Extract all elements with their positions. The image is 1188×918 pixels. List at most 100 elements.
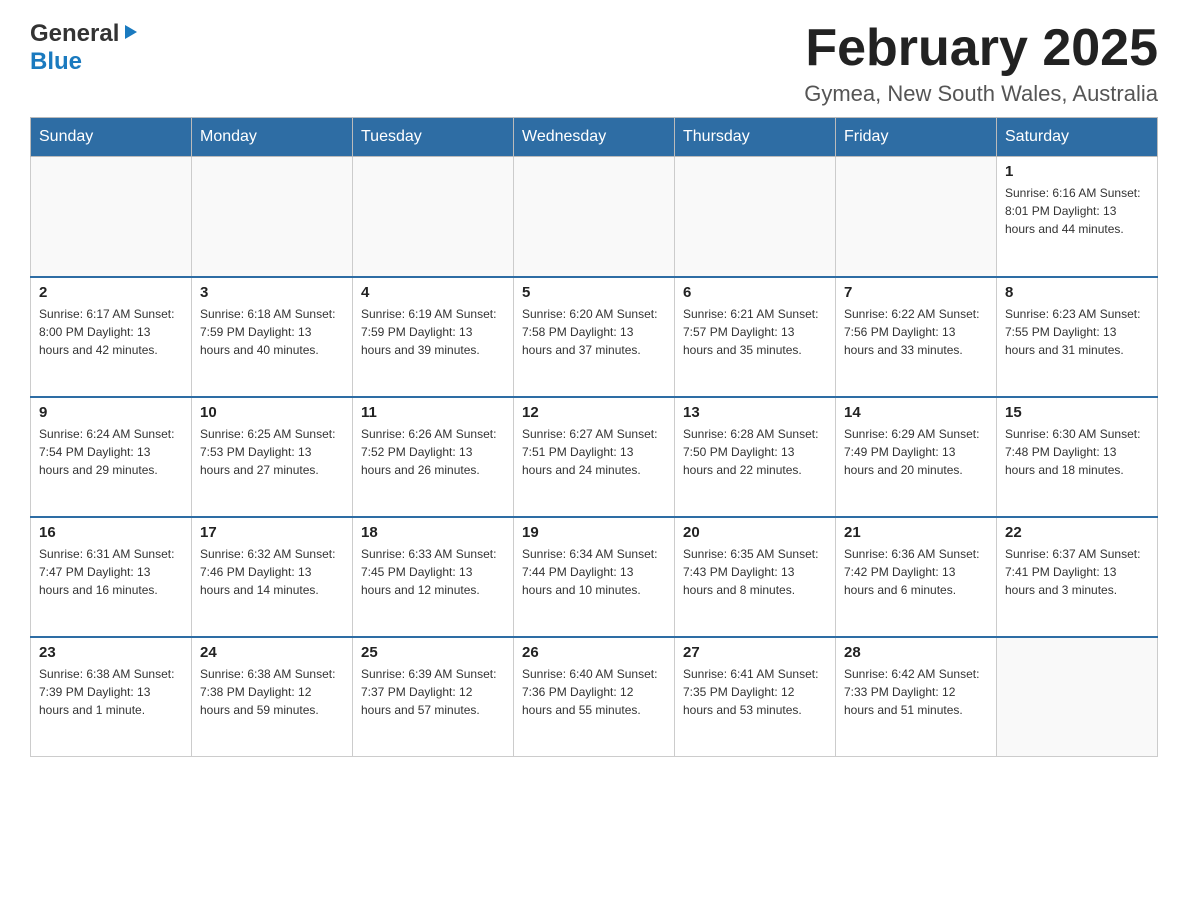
month-title: February 2025 xyxy=(804,20,1158,77)
calendar-day-header: Tuesday xyxy=(353,118,514,157)
calendar-day-cell xyxy=(31,157,192,277)
day-number: 22 xyxy=(1005,524,1149,541)
calendar-day-cell: 23Sunrise: 6:38 AM Sunset: 7:39 PM Dayli… xyxy=(31,637,192,757)
day-number: 7 xyxy=(844,284,988,301)
day-number: 13 xyxy=(683,404,827,421)
location-subtitle: Gymea, New South Wales, Australia xyxy=(804,81,1158,107)
calendar-day-cell: 7 Sunrise: 6:22 AM Sunset: 7:56 PM Daylig… xyxy=(836,277,997,397)
page-header: General Blue February 2025 Gymea, New So… xyxy=(30,20,1158,107)
calendar-header-row: SundayMondayTuesdayWednesdayThursdayFrid… xyxy=(31,118,1158,157)
day-info: Sunrise: 6:29 AM Sunset: 7:49 PM Dayligh… xyxy=(844,425,988,479)
calendar-day-cell: 15 Sunrise: 6:30 AM Sunset: 7:48 PM Dayli… xyxy=(997,397,1158,517)
day-number: 8 xyxy=(1005,284,1149,301)
day-info: Sunrise: 6:17 AM Sunset: 8:00 PM Dayligh… xyxy=(39,305,183,359)
day-number: 14 xyxy=(844,404,988,421)
day-info: Sunrise: 6:26 AM Sunset: 7:52 PM Dayligh… xyxy=(361,425,505,479)
day-info: Sunrise: 6:38 AM Sunset: 7:38 PM Dayligh… xyxy=(200,665,344,719)
calendar-day-cell: 6Sunrise: 6:21 AM Sunset: 7:57 PM Daylig… xyxy=(675,277,836,397)
calendar-day-cell: 12 Sunrise: 6:27 AM Sunset: 7:51 PM Dayli… xyxy=(514,397,675,517)
day-info: Sunrise: 6:37 AM Sunset: 7:41 PM Dayligh… xyxy=(1005,545,1149,599)
calendar-day-cell: 28 Sunrise: 6:42 AM Sunset: 7:33 PM Dayli… xyxy=(836,637,997,757)
day-info: Sunrise: 6:23 AM Sunset: 7:55 PM Dayligh… xyxy=(1005,305,1149,359)
calendar-week-row: 9Sunrise: 6:24 AM Sunset: 7:54 PM Daylig… xyxy=(31,397,1158,517)
day-info: Sunrise: 6:42 AM Sunset: 7:33 PM Dayligh… xyxy=(844,665,988,719)
day-info: Sunrise: 6:16 AM Sunset: 8:01 PM Dayligh… xyxy=(1005,184,1149,238)
day-info: Sunrise: 6:22 AM Sunset: 7:56 PM Dayligh… xyxy=(844,305,988,359)
calendar-day-cell: 9Sunrise: 6:24 AM Sunset: 7:54 PM Daylig… xyxy=(31,397,192,517)
day-number: 2 xyxy=(39,284,183,301)
calendar-day-cell xyxy=(514,157,675,277)
logo: General Blue xyxy=(30,20,141,76)
logo-blue-text: Blue xyxy=(30,48,82,75)
calendar-day-cell: 10 Sunrise: 6:25 AM Sunset: 7:53 PM Dayli… xyxy=(192,397,353,517)
day-number: 24 xyxy=(200,644,344,661)
calendar-day-header: Thursday xyxy=(675,118,836,157)
day-number: 10 xyxy=(200,404,344,421)
calendar-day-cell: 11 Sunrise: 6:26 AM Sunset: 7:52 PM Dayli… xyxy=(353,397,514,517)
calendar-day-cell: 2 Sunrise: 6:17 AM Sunset: 8:00 PM Daylig… xyxy=(31,277,192,397)
calendar-day-cell xyxy=(836,157,997,277)
day-number: 4 xyxy=(361,284,505,301)
calendar-day-cell: 25Sunrise: 6:39 AM Sunset: 7:37 PM Dayli… xyxy=(353,637,514,757)
calendar-day-cell: 13 Sunrise: 6:28 AM Sunset: 7:50 PM Dayli… xyxy=(675,397,836,517)
day-number: 20 xyxy=(683,524,827,541)
day-number: 19 xyxy=(522,524,666,541)
day-info: Sunrise: 6:18 AM Sunset: 7:59 PM Dayligh… xyxy=(200,305,344,359)
calendar-day-cell xyxy=(353,157,514,277)
logo-arrow-icon xyxy=(121,22,141,42)
calendar-day-cell: 27Sunrise: 6:41 AM Sunset: 7:35 PM Dayli… xyxy=(675,637,836,757)
calendar-day-cell: 26Sunrise: 6:40 AM Sunset: 7:36 PM Dayli… xyxy=(514,637,675,757)
day-info: Sunrise: 6:20 AM Sunset: 7:58 PM Dayligh… xyxy=(522,305,666,359)
calendar-day-header: Monday xyxy=(192,118,353,157)
calendar-day-cell: 24 Sunrise: 6:38 AM Sunset: 7:38 PM Dayli… xyxy=(192,637,353,757)
calendar-day-header: Sunday xyxy=(31,118,192,157)
day-number: 27 xyxy=(683,644,827,661)
calendar-day-cell xyxy=(997,637,1158,757)
calendar-day-cell: 18 Sunrise: 6:33 AM Sunset: 7:45 PM Dayli… xyxy=(353,517,514,637)
calendar-day-header: Wednesday xyxy=(514,118,675,157)
calendar-table: SundayMondayTuesdayWednesdayThursdayFrid… xyxy=(30,117,1158,757)
calendar-week-row: 1Sunrise: 6:16 AM Sunset: 8:01 PM Daylig… xyxy=(31,157,1158,277)
day-number: 17 xyxy=(200,524,344,541)
calendar-day-cell: 4 Sunrise: 6:19 AM Sunset: 7:59 PM Daylig… xyxy=(353,277,514,397)
day-number: 23 xyxy=(39,644,183,661)
day-info: Sunrise: 6:35 AM Sunset: 7:43 PM Dayligh… xyxy=(683,545,827,599)
day-info: Sunrise: 6:39 AM Sunset: 7:37 PM Dayligh… xyxy=(361,665,505,719)
calendar-day-cell: 8 Sunrise: 6:23 AM Sunset: 7:55 PM Daylig… xyxy=(997,277,1158,397)
calendar-day-cell: 21Sunrise: 6:36 AM Sunset: 7:42 PM Dayli… xyxy=(836,517,997,637)
day-info: Sunrise: 6:19 AM Sunset: 7:59 PM Dayligh… xyxy=(361,305,505,359)
calendar-week-row: 2 Sunrise: 6:17 AM Sunset: 8:00 PM Daylig… xyxy=(31,277,1158,397)
day-number: 11 xyxy=(361,404,505,421)
calendar-day-cell: 22 Sunrise: 6:37 AM Sunset: 7:41 PM Dayli… xyxy=(997,517,1158,637)
calendar-week-row: 16Sunrise: 6:31 AM Sunset: 7:47 PM Dayli… xyxy=(31,517,1158,637)
day-info: Sunrise: 6:25 AM Sunset: 7:53 PM Dayligh… xyxy=(200,425,344,479)
calendar-day-cell: 19Sunrise: 6:34 AM Sunset: 7:44 PM Dayli… xyxy=(514,517,675,637)
day-info: Sunrise: 6:27 AM Sunset: 7:51 PM Dayligh… xyxy=(522,425,666,479)
day-number: 5 xyxy=(522,284,666,301)
calendar-day-cell: 17 Sunrise: 6:32 AM Sunset: 7:46 PM Dayli… xyxy=(192,517,353,637)
day-info: Sunrise: 6:30 AM Sunset: 7:48 PM Dayligh… xyxy=(1005,425,1149,479)
day-info: Sunrise: 6:33 AM Sunset: 7:45 PM Dayligh… xyxy=(361,545,505,599)
calendar-day-header: Friday xyxy=(836,118,997,157)
calendar-day-cell: 1Sunrise: 6:16 AM Sunset: 8:01 PM Daylig… xyxy=(997,157,1158,277)
day-number: 28 xyxy=(844,644,988,661)
calendar-day-cell xyxy=(675,157,836,277)
day-number: 16 xyxy=(39,524,183,541)
day-info: Sunrise: 6:28 AM Sunset: 7:50 PM Dayligh… xyxy=(683,425,827,479)
day-info: Sunrise: 6:24 AM Sunset: 7:54 PM Dayligh… xyxy=(39,425,183,479)
day-info: Sunrise: 6:40 AM Sunset: 7:36 PM Dayligh… xyxy=(522,665,666,719)
day-number: 18 xyxy=(361,524,505,541)
day-number: 15 xyxy=(1005,404,1149,421)
calendar-day-cell: 5 Sunrise: 6:20 AM Sunset: 7:58 PM Daylig… xyxy=(514,277,675,397)
calendar-day-cell xyxy=(192,157,353,277)
calendar-week-row: 23Sunrise: 6:38 AM Sunset: 7:39 PM Dayli… xyxy=(31,637,1158,757)
calendar-day-cell: 14 Sunrise: 6:29 AM Sunset: 7:49 PM Dayli… xyxy=(836,397,997,517)
day-info: Sunrise: 6:32 AM Sunset: 7:46 PM Dayligh… xyxy=(200,545,344,599)
calendar-day-cell: 20 Sunrise: 6:35 AM Sunset: 7:43 PM Dayli… xyxy=(675,517,836,637)
calendar-day-header: Saturday xyxy=(997,118,1158,157)
day-number: 12 xyxy=(522,404,666,421)
calendar-day-cell: 3Sunrise: 6:18 AM Sunset: 7:59 PM Daylig… xyxy=(192,277,353,397)
calendar-day-cell: 16Sunrise: 6:31 AM Sunset: 7:47 PM Dayli… xyxy=(31,517,192,637)
title-section: February 2025 Gymea, New South Wales, Au… xyxy=(804,20,1158,107)
logo-general-text: General xyxy=(30,20,119,48)
